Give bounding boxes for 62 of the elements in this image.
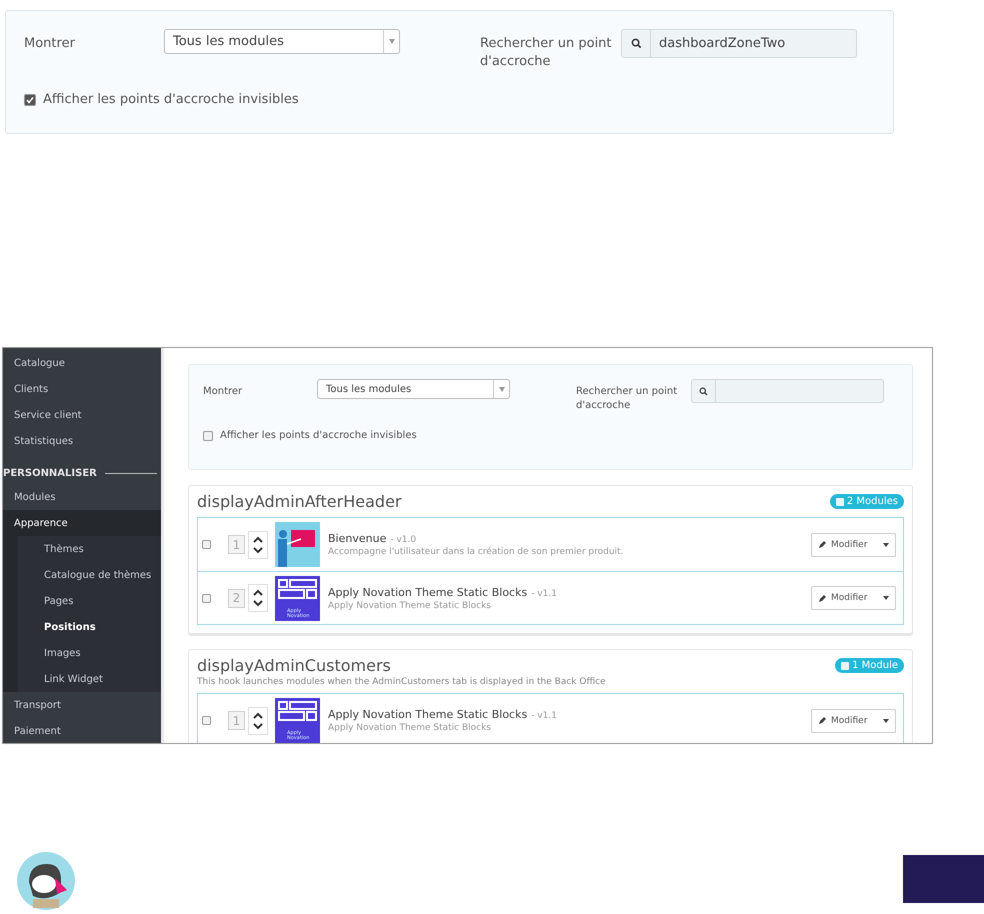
module-name: Apply Novation Theme Static Blocks - v1.1 — [328, 708, 558, 721]
sidebar-item[interactable]: Service client — [3, 402, 161, 428]
search-icon — [699, 386, 708, 396]
checkbox[interactable] — [203, 430, 213, 440]
sidebar-item[interactable]: Clients — [3, 376, 161, 402]
checkbox[interactable] — [202, 716, 211, 725]
position-number: 2 — [228, 588, 245, 608]
hook-name: displayAdminAfterHeader — [197, 492, 402, 511]
hook-search-field[interactable] — [691, 379, 884, 403]
module-count-badge: 2 Modules — [830, 494, 904, 509]
checkbox-label: Afficher les points d'accroche invisibles — [220, 430, 417, 441]
module-name: Apply Novation Theme Static Blocks - v1.1 — [328, 586, 558, 598]
caret-icon — [498, 386, 504, 392]
checkbox[interactable] — [24, 94, 36, 106]
checkbox[interactable] — [202, 540, 211, 549]
sidebar-item[interactable]: Transport — [3, 692, 161, 718]
search-label: Rechercher un point d'accroche — [480, 35, 613, 70]
caret-icon — [883, 596, 889, 600]
puffin-logo — [17, 852, 75, 910]
sidebar-item[interactable]: Thèmes — [18, 536, 161, 562]
caret-icon — [883, 718, 889, 722]
sidebar-item[interactable]: Catalogue de thèmes — [18, 562, 161, 588]
position-number: 1 — [228, 535, 245, 554]
pencil-icon — [818, 594, 827, 602]
checkbox[interactable] — [202, 594, 211, 602]
pencil-icon — [818, 716, 827, 725]
modify-button[interactable]: Modifier — [811, 708, 896, 732]
module-name: Bienvenue - v1.0 — [328, 532, 418, 545]
show-label: Montrer — [24, 35, 76, 53]
hook-name: displayAdminCustomers — [197, 656, 391, 675]
search-label: Rechercher un point d'accroche — [576, 385, 678, 412]
sidebar-item[interactable]: Statistiques — [3, 428, 161, 454]
hook-description: This hook launches modules when the AdminCustomers tab is displayed in the Back Office — [197, 677, 607, 687]
caret-icon — [883, 542, 889, 546]
position-number: 1 — [228, 711, 245, 730]
show-label: Montrer — [203, 385, 244, 398]
sidebar-item[interactable]: Link Widget — [18, 666, 161, 692]
caret-icon — [388, 39, 394, 44]
modify-button[interactable]: Modifier — [811, 532, 896, 556]
sidebar-item[interactable]: Pages — [18, 588, 161, 614]
sidebar-item[interactable]: Images — [18, 640, 161, 666]
module-description: Accompagne l'utilisateur dans la création de son premier produit. — [328, 547, 624, 557]
module-filter-dropdown[interactable]: Tous les modules — [317, 379, 510, 399]
move-arrows-icon[interactable] — [248, 584, 268, 612]
module-filter-dropdown[interactable]: Tous les modules — [164, 29, 400, 54]
sidebar-item[interactable]: Apparence — [3, 510, 161, 536]
sidebar-item[interactable]: Paiement — [3, 718, 161, 743]
module-description: Apply Novation Theme Static Blocks — [328, 600, 492, 610]
teacher-thumbnail — [275, 522, 320, 567]
move-arrows-icon[interactable] — [248, 530, 268, 558]
hook-search-field[interactable]: dashboardZoneTwo — [621, 29, 857, 58]
module-description: Apply Novation Theme Static Blocks — [328, 723, 492, 733]
sidebar-item[interactable]: Catalogue — [3, 350, 161, 376]
modify-button[interactable]: Modifier — [811, 586, 896, 610]
pencil-icon — [818, 540, 827, 549]
module-count-badge: 1 Module — [835, 658, 904, 673]
move-arrows-icon[interactable] — [248, 706, 268, 734]
sidebar-item[interactable]: Positions — [18, 614, 161, 640]
sidebar-item[interactable]: Modules — [3, 484, 161, 510]
search-icon — [630, 38, 642, 49]
checkbox-label: Afficher les points d'accroche invisibles — [43, 92, 299, 108]
sidebar-section-heading: PERSONNALISER — [3, 468, 97, 478]
